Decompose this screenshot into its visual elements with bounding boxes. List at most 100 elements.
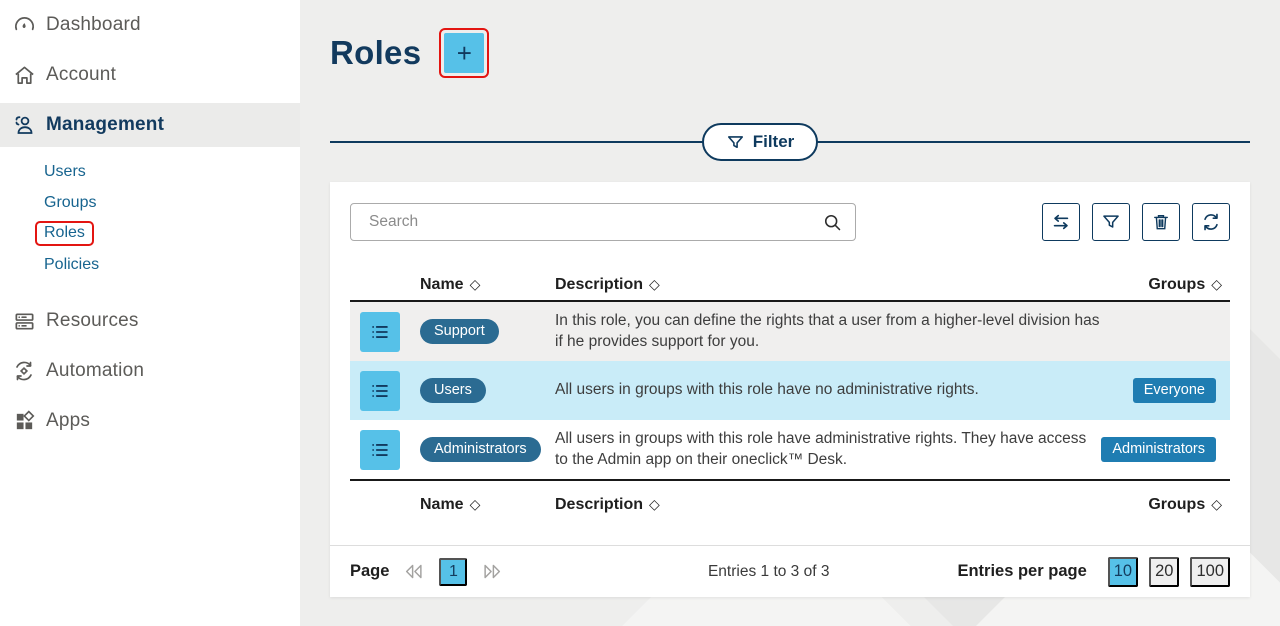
sort-icon[interactable]: ◇: [649, 277, 660, 293]
sidebar-item-groups[interactable]: Groups: [0, 187, 300, 218]
row-detail-button[interactable]: [360, 430, 400, 470]
column-label: Description: [555, 496, 643, 514]
sidebar-item-dashboard[interactable]: Dashboard: [0, 0, 300, 50]
sidebar-item-users[interactable]: Users: [0, 156, 300, 187]
column-label: Name: [420, 496, 464, 514]
filter-table-button[interactable]: [1092, 203, 1130, 241]
role-description: All users in groups with this role have …: [555, 380, 1100, 401]
delete-button[interactable]: [1142, 203, 1180, 241]
table-row-users[interactable]: Users All users in groups with this role…: [350, 361, 1230, 420]
page-title: Roles: [330, 34, 421, 72]
refresh-button[interactable]: [1192, 203, 1230, 241]
role-description: All users in groups with this role have …: [555, 429, 1100, 471]
sort-icon[interactable]: ◇: [470, 497, 481, 513]
double-chevron-left-icon: [403, 563, 425, 580]
column-header-groups[interactable]: Groups ◇: [1148, 276, 1222, 294]
column-label: Groups: [1148, 496, 1205, 514]
main-content: Roles + Filter: [300, 0, 1280, 626]
group-badge[interactable]: Administrators: [1101, 437, 1216, 462]
role-name-badge[interactable]: Support: [420, 319, 499, 344]
search-input[interactable]: [369, 213, 822, 231]
roles-table-card: Name ◇ Description ◇ Groups ◇: [330, 182, 1250, 597]
column-header-groups[interactable]: Groups ◇: [1148, 496, 1222, 514]
magnifier-icon: [822, 212, 843, 233]
app-window: Dashboard Account Management Use: [0, 0, 1280, 626]
swap-arrows-icon: [1050, 211, 1072, 233]
column-header-name[interactable]: Name ◇: [420, 496, 480, 514]
server-icon: [12, 309, 36, 333]
entries-per-page-label: Entries per page: [957, 562, 1086, 581]
list-icon: [369, 439, 391, 461]
sidebar-item-label: Resources: [46, 310, 139, 332]
sidebar-item-label[interactable]: Roles: [44, 224, 85, 241]
sidebar-item-label[interactable]: Policies: [44, 256, 99, 274]
sidebar-item-label[interactable]: Groups: [44, 194, 96, 212]
table-row-administrators[interactable]: Administrators All users in groups with …: [350, 420, 1230, 479]
per-page-option-20[interactable]: 20: [1149, 557, 1179, 587]
funnel-icon: [1101, 212, 1121, 232]
column-header-name[interactable]: Name ◇: [420, 276, 480, 294]
table-footer-header: Name ◇ Description ◇ Groups ◇: [350, 490, 1230, 520]
apps-icon: [12, 409, 36, 433]
swap-columns-button[interactable]: [1042, 203, 1080, 241]
funnel-icon: [726, 133, 745, 152]
list-icon: [369, 321, 391, 343]
sidebar: Dashboard Account Management Use: [0, 0, 300, 626]
pagination-bar: Page 1: [330, 545, 1250, 597]
filter-button[interactable]: Filter: [702, 123, 819, 161]
automation-icon: [12, 359, 36, 383]
column-label: Description: [555, 276, 643, 294]
trash-icon: [1151, 212, 1171, 232]
sidebar-item-label: Automation: [46, 360, 144, 382]
sidebar-item-label: Apps: [46, 410, 90, 432]
sidebar-item-apps[interactable]: Apps: [0, 396, 300, 446]
page-number-button[interactable]: 1: [439, 558, 467, 586]
per-page-option-10[interactable]: 10: [1108, 557, 1138, 587]
sort-icon[interactable]: ◇: [1211, 497, 1222, 513]
sort-icon[interactable]: ◇: [649, 497, 660, 513]
row-detail-button[interactable]: [360, 371, 400, 411]
sidebar-item-automation[interactable]: Automation: [0, 346, 300, 396]
annotation-box-roles: Roles: [35, 221, 94, 246]
plus-icon: +: [457, 40, 472, 66]
group-badge[interactable]: Everyone: [1133, 378, 1216, 403]
sidebar-item-management[interactable]: Management: [0, 103, 300, 147]
sidebar-item-account[interactable]: Account: [0, 50, 300, 100]
column-header-description[interactable]: Description ◇: [555, 496, 660, 514]
previous-page-button[interactable]: [403, 563, 425, 580]
per-page-option-100[interactable]: 100: [1190, 557, 1230, 587]
page-header: Roles +: [330, 28, 489, 78]
column-label: Groups: [1148, 276, 1205, 294]
gauge-icon: [12, 13, 36, 37]
table-body: Support In this role, you can define the…: [350, 300, 1230, 481]
role-name-badge[interactable]: Administrators: [420, 437, 541, 462]
management-submenu: Users Groups Roles Policies: [0, 150, 300, 288]
refresh-icon: [1200, 211, 1222, 233]
filter-button-label: Filter: [753, 132, 795, 152]
sidebar-item-resources[interactable]: Resources: [0, 296, 300, 346]
sidebar-item-policies[interactable]: Policies: [0, 249, 300, 280]
next-page-button[interactable]: [481, 563, 503, 580]
table-header: Name ◇ Description ◇ Groups ◇: [350, 270, 1230, 300]
column-label: Name: [420, 276, 464, 294]
role-description: In this role, you can define the rights …: [555, 311, 1100, 353]
role-name-badge[interactable]: Users: [420, 378, 486, 403]
column-header-description[interactable]: Description ◇: [555, 276, 660, 294]
table-row-support[interactable]: Support In this role, you can define the…: [350, 302, 1230, 361]
table-toolbar: [1042, 203, 1230, 241]
double-chevron-right-icon: [481, 563, 503, 580]
page-label: Page: [350, 562, 389, 581]
sidebar-item-label: Management: [46, 114, 164, 136]
row-detail-button[interactable]: [360, 312, 400, 352]
list-icon: [369, 380, 391, 402]
home-icon: [12, 63, 36, 87]
add-role-button[interactable]: +: [444, 33, 484, 73]
sidebar-item-label: Dashboard: [46, 14, 141, 36]
sort-icon[interactable]: ◇: [1211, 277, 1222, 293]
sidebar-item-label[interactable]: Users: [44, 163, 86, 181]
sidebar-item-label: Account: [46, 64, 116, 86]
sort-icon[interactable]: ◇: [470, 277, 481, 293]
sidebar-item-roles[interactable]: Roles: [0, 218, 300, 249]
annotation-box-add-button: +: [439, 28, 489, 78]
people-icon: [12, 113, 36, 137]
